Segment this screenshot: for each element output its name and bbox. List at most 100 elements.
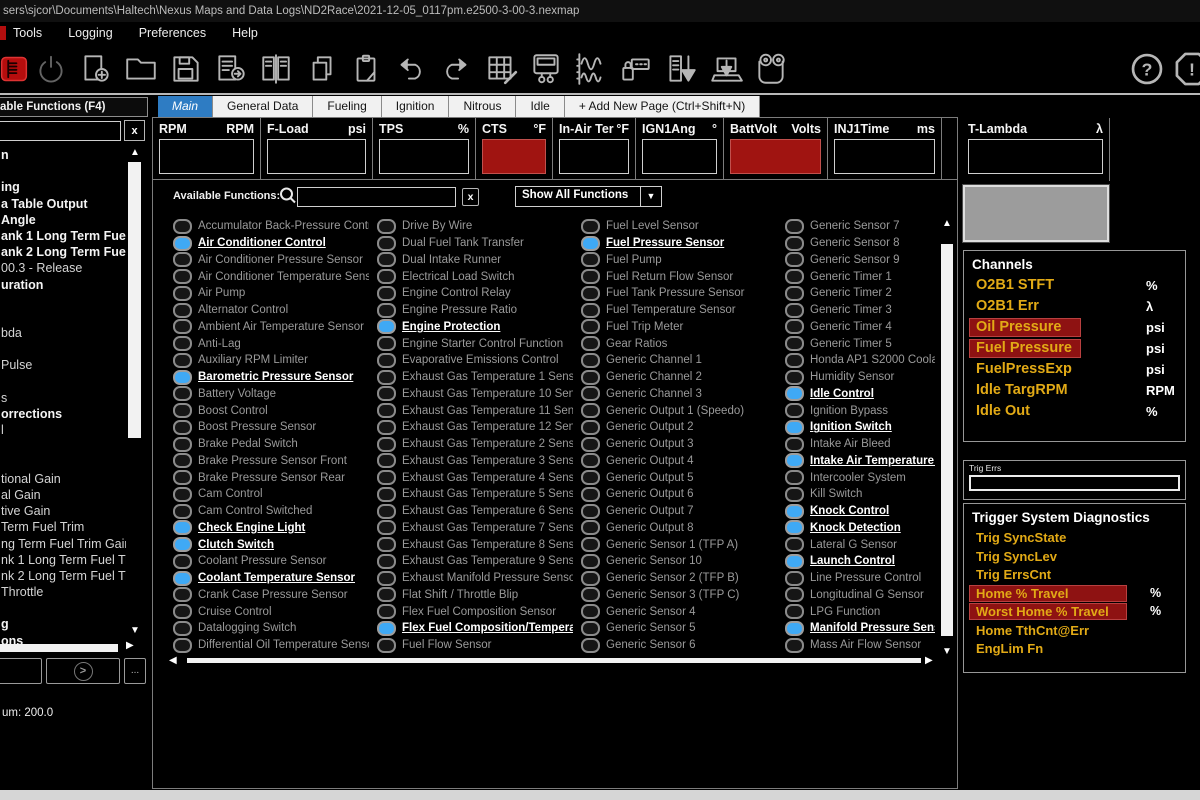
function-toggle-radio[interactable] [173, 319, 192, 334]
function-toggle-radio[interactable] [377, 554, 396, 569]
function-item-line-pressure-control[interactable]: Line Pressure Control [785, 570, 935, 587]
function-item-exhaust-gas-temperature-10-sensor[interactable]: Exhaust Gas Temperature 10 Sensor [377, 386, 573, 403]
function-toggle-radio[interactable] [581, 554, 600, 569]
channel-row-fuelpressexp[interactable]: FuelPressExppsi [964, 360, 1185, 381]
ecu-device-icon[interactable] [523, 48, 568, 90]
function-item-evaporative-emissions-control[interactable]: Evaporative Emissions Control [377, 352, 573, 369]
sidebar-vertical-scrollbar[interactable]: ▲ ▼ [127, 147, 143, 639]
function-toggle-radio[interactable] [581, 336, 600, 351]
channel-row-fuel-pressure[interactable]: Fuel Pressurepsi [964, 339, 1185, 360]
function-toggle-radio[interactable] [785, 638, 804, 653]
gauge-ign1ang[interactable]: IGN1Ang° [636, 118, 724, 179]
function-toggle-radio[interactable] [377, 370, 396, 385]
function-toggle-radio[interactable] [785, 319, 804, 334]
gauge-inj1time[interactable]: INJ1Timems [828, 118, 942, 179]
function-toggle-radio[interactable] [581, 470, 600, 485]
tab-ignition[interactable]: Ignition [382, 96, 450, 117]
function-item-flex-fuel-composition-temperature[interactable]: Flex Fuel Composition/Temperature [377, 620, 573, 637]
function-toggle-radio[interactable] [581, 587, 600, 602]
function-item-generic-timer-4[interactable]: Generic Timer 4 [785, 319, 935, 336]
function-toggle-radio[interactable] [173, 604, 192, 619]
function-toggle-radio[interactable] [173, 453, 192, 468]
scrollbar-thumb[interactable] [941, 244, 953, 636]
function-toggle-radio[interactable] [581, 571, 600, 586]
sidebar-item-term-fuel-trim[interactable]: Term Fuel Trim [1, 519, 126, 535]
function-toggle-radio[interactable] [173, 470, 192, 485]
save-icon[interactable] [163, 48, 208, 90]
gauge-tps[interactable]: TPS% [373, 118, 476, 179]
function-item-generic-sensor-2-tfp-b[interactable]: Generic Sensor 2 (TFP B) [581, 570, 777, 587]
function-toggle-radio[interactable] [581, 504, 600, 519]
function-toggle-radio[interactable] [377, 504, 396, 519]
scroll-up-icon[interactable]: ▲ [127, 147, 143, 158]
sidebar-item-al-gain[interactable]: al Gain [1, 487, 126, 503]
function-item-air-conditioner-temperature-sensor[interactable]: Air Conditioner Temperature Sensor [173, 268, 369, 285]
sidebar-item-n[interactable]: n [1, 147, 126, 163]
function-item-kill-switch[interactable]: Kill Switch [785, 486, 935, 503]
undo-icon[interactable] [388, 48, 433, 90]
function-item-fuel-temperature-sensor[interactable]: Fuel Temperature Sensor [581, 302, 777, 319]
function-item-generic-timer-3[interactable]: Generic Timer 3 [785, 302, 935, 319]
scrollbar-thumb[interactable] [128, 162, 141, 438]
function-toggle-radio[interactable] [785, 537, 804, 552]
function-item-boost-pressure-sensor[interactable]: Boost Pressure Sensor [173, 419, 369, 436]
function-toggle-radio[interactable] [377, 336, 396, 351]
function-item-exhaust-gas-temperature-9-sensor[interactable]: Exhaust Gas Temperature 9 Sensor [377, 553, 573, 570]
function-toggle-radio[interactable] [785, 487, 804, 502]
sidebar-item-ank-2-long-term-fuel-trin[interactable]: ank 2 Long Term Fuel Trin [1, 244, 126, 260]
function-item-idle-control[interactable]: Idle Control [785, 386, 935, 403]
function-item-cam-control-switched[interactable]: Cam Control Switched [173, 503, 369, 520]
password-icon[interactable] [613, 48, 658, 90]
function-item-launch-control[interactable]: Launch Control [785, 553, 935, 570]
function-toggle-radio[interactable] [785, 370, 804, 385]
function-item-exhaust-manifold-pressure-sensor[interactable]: Exhaust Manifold Pressure Sensor [377, 570, 573, 587]
function-toggle-radio[interactable] [377, 520, 396, 535]
function-toggle-radio[interactable] [377, 403, 396, 418]
function-item-generic-output-6[interactable]: Generic Output 6 [581, 486, 777, 503]
function-toggle-radio[interactable] [581, 420, 600, 435]
sidebar-item-l[interactable]: l [1, 422, 126, 438]
gauge-in-air-ter[interactable]: In-Air Ter°F [553, 118, 636, 179]
function-toggle-radio[interactable] [377, 303, 396, 318]
function-toggle-radio[interactable] [581, 370, 600, 385]
scroll-down-icon[interactable]: ▼ [127, 625, 143, 636]
sidebar-item-00-3-release[interactable]: 00.3 - Release [1, 260, 126, 276]
function-item-auxiliary-rpm-limiter[interactable]: Auxiliary RPM Limiter [173, 352, 369, 369]
function-item-fuel-return-flow-sensor[interactable]: Fuel Return Flow Sensor [581, 268, 777, 285]
scroll-right-icon[interactable]: ▶ [126, 640, 134, 651]
function-toggle-radio[interactable] [581, 537, 600, 552]
function-item-generic-output-5[interactable]: Generic Output 5 [581, 469, 777, 486]
tab-add-new-page-ctrl-shift-n[interactable]: + Add New Page (Ctrl+Shift+N) [565, 96, 760, 117]
function-item-generic-sensor-6[interactable]: Generic Sensor 6 [581, 637, 777, 654]
function-item-intake-air-temperature-sens[interactable]: Intake Air Temperature Sens [785, 453, 935, 470]
functions-search-input[interactable] [297, 187, 456, 207]
function-item-exhaust-gas-temperature-3-sensor[interactable]: Exhaust Gas Temperature 3 Sensor [377, 453, 573, 470]
haltech-logo-icon[interactable] [0, 48, 28, 90]
function-item-brake-pedal-switch[interactable]: Brake Pedal Switch [173, 436, 369, 453]
power-icon[interactable] [28, 48, 73, 90]
function-toggle-radio[interactable] [785, 353, 804, 368]
sidebar-clear-button[interactable]: x [124, 120, 145, 141]
function-toggle-radio[interactable] [785, 269, 804, 284]
function-item-generic-sensor-5[interactable]: Generic Sensor 5 [581, 620, 777, 637]
sidebar-item-tional-gain[interactable]: tional Gain [1, 471, 126, 487]
function-toggle-radio[interactable] [785, 336, 804, 351]
function-item-engine-pressure-ratio[interactable]: Engine Pressure Ratio [377, 302, 573, 319]
redo-icon[interactable] [433, 48, 478, 90]
channel-row-oil-pressure[interactable]: Oil Pressurepsi [964, 318, 1185, 339]
function-item-cruise-control[interactable]: Cruise Control [173, 603, 369, 620]
function-item-datalogging-switch[interactable]: Datalogging Switch [173, 620, 369, 637]
function-item-exhaust-gas-temperature-12-sensor[interactable]: Exhaust Gas Temperature 12 Sensor [377, 419, 573, 436]
function-item-barometric-pressure-sensor[interactable]: Barometric Pressure Sensor [173, 369, 369, 386]
function-item-exhaust-gas-temperature-11-sensor[interactable]: Exhaust Gas Temperature 11 Sensor [377, 402, 573, 419]
sidebar-item-pulse[interactable]: Pulse [1, 357, 126, 373]
function-item-generic-timer-1[interactable]: Generic Timer 1 [785, 268, 935, 285]
function-item-knock-control[interactable]: Knock Control [785, 503, 935, 520]
function-item-generic-sensor-9[interactable]: Generic Sensor 9 [785, 252, 935, 269]
function-toggle-radio[interactable] [785, 621, 804, 636]
sidebar-item-a-table-output[interactable]: a Table Output [1, 196, 126, 212]
open-folder-icon[interactable] [118, 48, 163, 90]
function-toggle-radio[interactable] [581, 303, 600, 318]
function-item-check-engine-light[interactable]: Check Engine Light [173, 520, 369, 537]
function-toggle-radio[interactable] [785, 437, 804, 452]
